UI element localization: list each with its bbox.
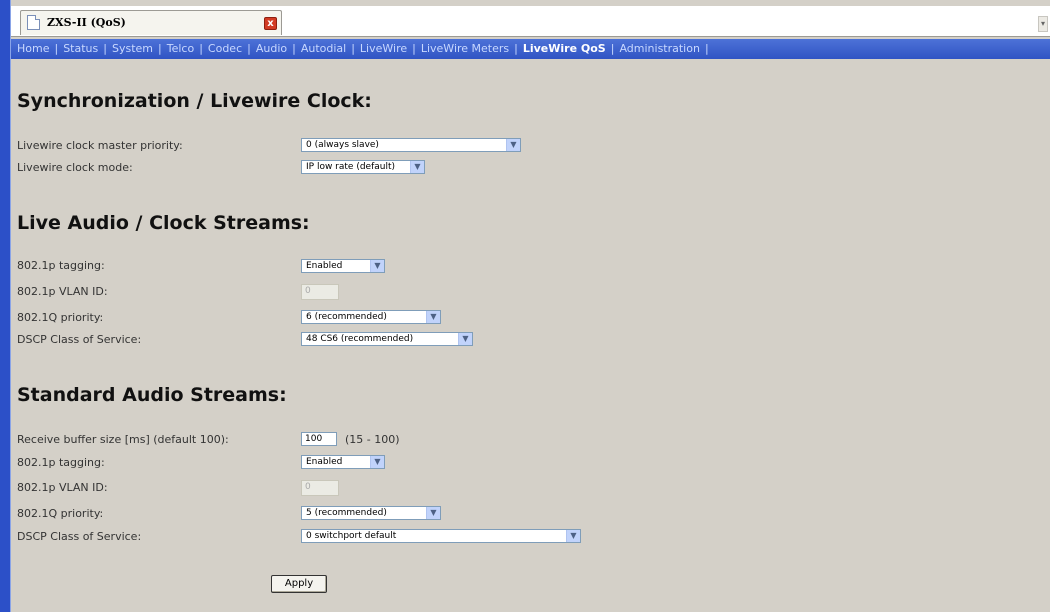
std-vlan-input[interactable]: 0 — [301, 480, 339, 496]
main-nav-bar: Home | Status | System | Telco | Codec | Audio | Aut… — [11, 39, 1050, 59]
std-priority-select[interactable]: 5 (recommended) ▼ — [301, 506, 441, 520]
receive-buffer-input[interactable]: 100 — [301, 432, 337, 446]
nav-item-administration[interactable]: Administration — [619, 42, 700, 55]
nav-item-autodial[interactable]: Autodial — [301, 42, 346, 55]
nav-item-home[interactable]: Home — [17, 42, 49, 55]
nav-item-telco[interactable]: Telco — [167, 42, 194, 55]
std-dscp-select[interactable]: 0 switchport default ▼ — [301, 529, 581, 543]
tab-list-arrow-icon[interactable]: ▾ — [1038, 16, 1048, 32]
clock-mode-select[interactable]: IP low rate (default) ▼ — [301, 160, 425, 174]
live-dscp-select[interactable]: 48 CS6 (recommended) ▼ — [301, 332, 473, 346]
chevron-down-icon: ▼ — [458, 333, 472, 345]
std-dscp-value: 0 switchport default — [306, 531, 397, 541]
nav-separator: | — [247, 42, 251, 55]
nav-item-audio[interactable]: Audio — [256, 42, 287, 55]
chevron-down-icon: ▼ — [506, 139, 520, 151]
browser-tab-strip: ZXS-II (QoS) x ▾ — [11, 6, 1050, 37]
receive-buffer-range: (15 - 100) — [345, 433, 400, 446]
nav-separator: | — [54, 42, 59, 55]
nav-item-status[interactable]: Status — [63, 42, 98, 55]
nav-item-livewire-qos[interactable]: LiveWire QoS — [523, 42, 606, 55]
nav-separator: | — [704, 42, 709, 55]
live-vlan-input[interactable]: 0 — [301, 284, 339, 300]
nav-separator: | — [292, 42, 296, 55]
nav-separator: | — [514, 42, 518, 55]
std-dscp-label: DSCP Class of Service: — [17, 530, 142, 543]
chevron-down-icon: ▼ — [566, 530, 580, 542]
chevron-down-icon: ▼ — [370, 260, 384, 272]
nav-separator: | — [610, 42, 615, 55]
live-priority-label: 802.1Q priority: — [17, 311, 104, 324]
receive-buffer-label: Receive buffer size [ms] (default 100): — [17, 433, 229, 446]
tab-title: ZXS-II (QoS) — [47, 16, 126, 29]
live-dscp-value: 48 CS6 (recommended) — [306, 334, 414, 344]
chevron-down-icon: ▼ — [426, 311, 440, 323]
chevron-down-icon: ▼ — [370, 456, 384, 468]
clock-mode-label: Livewire clock mode: — [17, 161, 133, 174]
clock-master-priority-label: Livewire clock master priority: — [17, 139, 183, 152]
window-left-edge — [0, 0, 10, 612]
live-tagging-select[interactable]: Enabled ▼ — [301, 259, 385, 273]
nav-item-livewire[interactable]: LiveWire — [360, 42, 407, 55]
close-tab-icon[interactable]: x — [264, 17, 277, 30]
apply-button[interactable]: Apply — [271, 575, 327, 593]
chevron-down-icon: ▼ — [426, 507, 440, 519]
nav-separator: | — [103, 42, 107, 55]
standard-streams-heading: Standard Audio Streams: — [17, 384, 287, 406]
live-priority-select[interactable]: 6 (recommended) ▼ — [301, 310, 441, 324]
nav-item-codec[interactable]: Codec — [208, 42, 242, 55]
nav-item-system[interactable]: System — [112, 42, 153, 55]
live-dscp-label: DSCP Class of Service: — [17, 333, 142, 346]
document-icon — [27, 15, 40, 30]
clock-mode-value: IP low rate (default) — [306, 162, 396, 172]
browser-tab[interactable]: ZXS-II (QoS) x — [20, 10, 282, 35]
live-priority-value: 6 (recommended) — [306, 312, 387, 322]
nav-items: Home | Status | System | Telco | Codec | Audio | Aut… — [17, 39, 714, 59]
window-left-edge-highlight — [10, 0, 11, 612]
live-vlan-label: 802.1p VLAN ID: — [17, 285, 108, 298]
chevron-down-icon: ▼ — [410, 161, 424, 173]
clock-master-priority-value: 0 (always slave) — [306, 140, 379, 150]
clock-master-priority-select[interactable]: 0 (always slave) ▼ — [301, 138, 521, 152]
std-tagging-label: 802.1p tagging: — [17, 456, 105, 469]
nav-separator: | — [412, 42, 416, 55]
live-streams-heading: Live Audio / Clock Streams: — [17, 212, 310, 234]
live-tagging-value: Enabled — [306, 261, 343, 271]
std-priority-value: 5 (recommended) — [306, 508, 387, 518]
nav-separator: | — [351, 42, 355, 55]
nav-separator: | — [199, 42, 203, 55]
std-tagging-select[interactable]: Enabled ▼ — [301, 455, 385, 469]
sync-heading: Synchronization / Livewire Clock: — [17, 90, 372, 112]
live-tagging-label: 802.1p tagging: — [17, 259, 105, 272]
std-vlan-label: 802.1p VLAN ID: — [17, 481, 108, 494]
std-priority-label: 802.1Q priority: — [17, 507, 104, 520]
nav-item-livewire-meters[interactable]: LiveWire Meters — [421, 42, 509, 55]
nav-separator: | — [158, 42, 162, 55]
std-tagging-value: Enabled — [306, 457, 343, 467]
